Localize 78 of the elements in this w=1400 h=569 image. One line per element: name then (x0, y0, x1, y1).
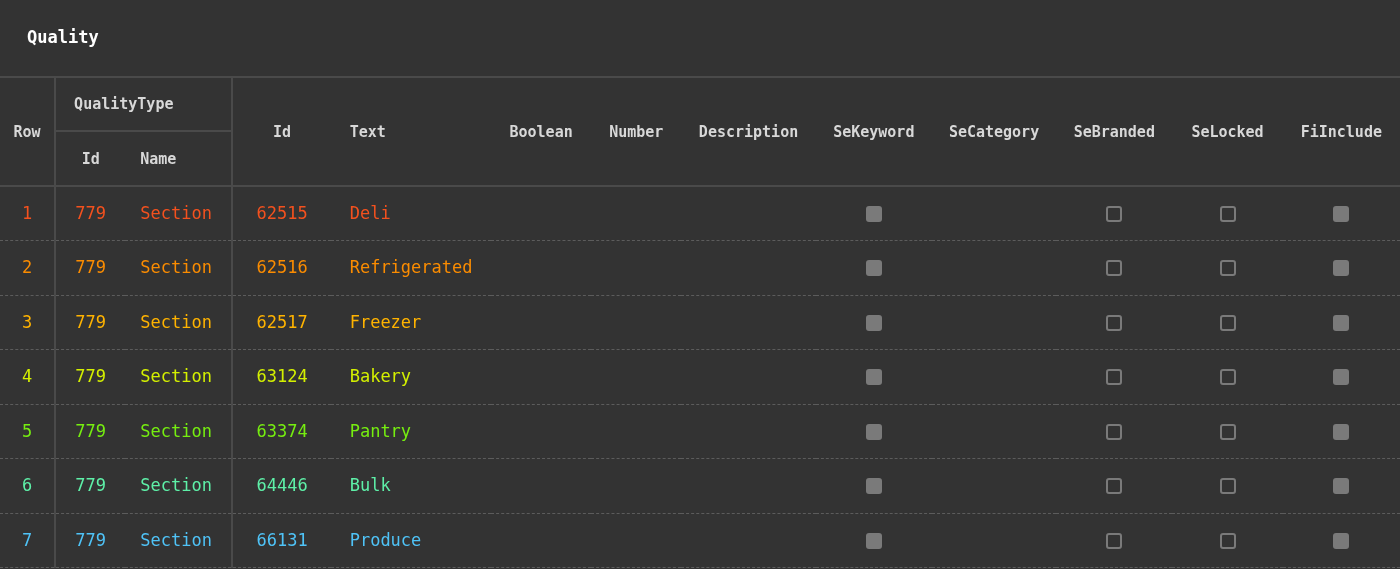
table-cell: 7 (21, 529, 33, 550)
checkbox[interactable] (1219, 423, 1236, 440)
table-cell: 62516 (256, 257, 308, 277)
checkbox[interactable] (1219, 206, 1236, 222)
checkbox[interactable] (865, 532, 882, 549)
column-header: SeBranded (1073, 122, 1155, 141)
checkbox[interactable] (1219, 314, 1236, 331)
checkbox[interactable] (865, 206, 882, 222)
table-cell: 779 (75, 311, 107, 332)
checkbox[interactable] (1219, 478, 1236, 495)
table-cell: 779 (75, 202, 107, 223)
column-group-header: QualityType (74, 95, 174, 113)
column-header: Description (698, 122, 799, 141)
table-cell: 4 (21, 366, 33, 386)
table-cell: Refrigerated (349, 257, 473, 277)
checkbox[interactable] (1106, 369, 1123, 386)
checkbox[interactable] (1333, 369, 1350, 386)
table-cell: 66131 (256, 529, 308, 550)
table-cell: 779 (75, 420, 107, 441)
table-cell: 6 (21, 475, 33, 495)
table-cell: 779 (75, 475, 107, 495)
table-cell: Section (140, 366, 212, 386)
column-header: SeKeyword (833, 122, 915, 141)
table-cell: 62515 (256, 202, 308, 223)
table-cell: 3 (21, 311, 33, 332)
table-cell: Section (140, 257, 212, 277)
checkbox[interactable] (1333, 478, 1350, 495)
checkbox[interactable] (1333, 314, 1350, 331)
column-header: SeCategory (948, 122, 1040, 141)
table-cell: Section (140, 420, 212, 441)
table-cell: 779 (75, 257, 107, 277)
table-cell: Bakery (349, 366, 412, 386)
checkbox[interactable] (1106, 478, 1123, 495)
checkbox[interactable] (1106, 532, 1123, 549)
checkbox[interactable] (1333, 532, 1350, 549)
checkbox[interactable] (865, 423, 882, 440)
checkbox[interactable] (1106, 314, 1123, 331)
table-cell: Produce (349, 529, 422, 550)
table-cell: Pantry (349, 420, 412, 441)
checkbox[interactable] (865, 314, 882, 331)
table-cell: Section (140, 202, 212, 223)
checkbox[interactable] (1219, 260, 1236, 277)
checkbox[interactable] (1106, 260, 1123, 277)
column-header: Text (349, 122, 386, 141)
table-cell: 779 (75, 529, 107, 550)
column-header: Row (13, 122, 41, 141)
table-cell: 63374 (256, 420, 308, 441)
checkbox[interactable] (1106, 206, 1123, 222)
table-cell: Bulk (349, 475, 391, 495)
table-cell: 64446 (256, 475, 308, 495)
checkbox[interactable] (1106, 423, 1123, 440)
checkbox[interactable] (865, 478, 882, 495)
column-header: FiInclude (1300, 122, 1382, 141)
column-header: Id (81, 149, 100, 168)
table-cell: 1 (21, 202, 33, 223)
column-header: Number (609, 122, 664, 141)
table-cell: 2 (21, 257, 33, 277)
checkbox[interactable] (1333, 423, 1350, 440)
checkbox[interactable] (865, 260, 882, 277)
table-cell: Deli (349, 202, 391, 223)
column-header: SeLocked (1191, 122, 1264, 141)
table-cell: Section (140, 529, 212, 550)
checkbox[interactable] (1219, 532, 1236, 549)
table-cell: 779 (75, 366, 107, 386)
column-header: Boolean (509, 122, 573, 141)
column-header: Id (273, 122, 292, 141)
checkbox[interactable] (1219, 369, 1236, 386)
checkbox[interactable] (1333, 206, 1350, 222)
checkbox[interactable] (1333, 260, 1350, 277)
column-header: Name (140, 149, 177, 168)
table-cell: 62517 (256, 311, 308, 332)
table-cell: Section (140, 475, 212, 495)
table-cell: 5 (21, 420, 33, 441)
table-cell: Section (140, 311, 212, 332)
table-cell: Freezer (349, 311, 422, 332)
checkbox[interactable] (865, 369, 882, 386)
page-title: Quality (27, 26, 99, 50)
table-cell: 63124 (256, 366, 308, 386)
